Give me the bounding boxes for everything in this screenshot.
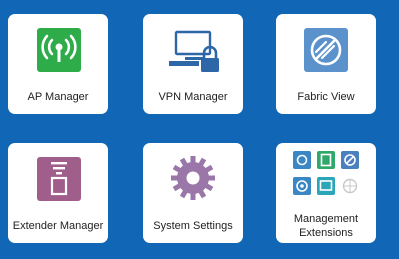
fabric-view-icon <box>304 28 348 72</box>
tile-vpn-manager[interactable]: VPN Manager <box>143 14 243 114</box>
extender-icon <box>37 157 81 201</box>
tile-system-settings[interactable]: System Settings <box>143 143 243 243</box>
wireless-signal-icon <box>37 28 81 72</box>
tile-label-line: Management <box>293 213 359 225</box>
gear-icon <box>171 156 215 200</box>
monitor-lock-icon <box>169 30 219 72</box>
tile-management-extensions[interactable]: Management Extensions <box>276 143 376 243</box>
tile-ap-manager[interactable]: AP Manager <box>8 14 108 114</box>
tile-extender-manager[interactable]: Extender Manager <box>8 143 108 243</box>
tile-label: Fabric View <box>297 91 355 103</box>
tile-label: VPN Manager <box>158 91 228 103</box>
tile-label-line: Extensions <box>299 227 353 239</box>
tile-fabric-view[interactable]: Fabric View <box>276 14 376 114</box>
tile-label: Extender Manager <box>12 220 104 232</box>
extension-grid-icon <box>293 151 359 195</box>
app-launcher: AP Manager VPN Manager Fabric View Exten… <box>0 0 399 259</box>
tile-label: Management Extensions <box>276 212 376 240</box>
tile-label: System Settings <box>153 220 233 232</box>
tile-label: AP Manager <box>27 91 89 103</box>
